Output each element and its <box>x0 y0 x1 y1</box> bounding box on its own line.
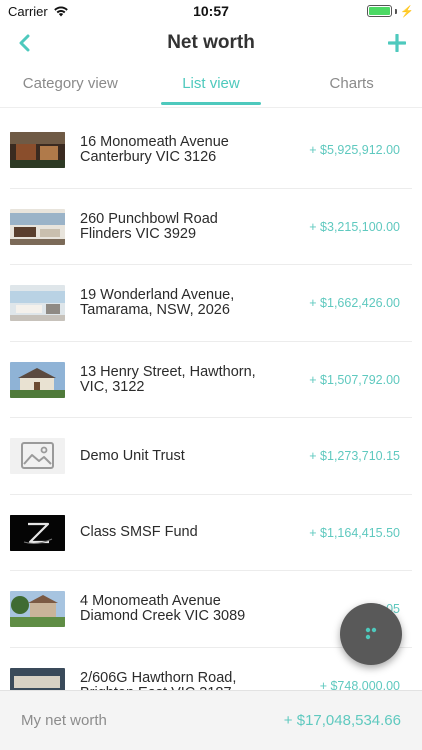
plus-icon <box>388 34 406 52</box>
battery-icon <box>367 5 393 17</box>
asset-list: 16 Monomeath Avenue Canterbury VIC 3126 … <box>0 112 422 690</box>
fund-logo <box>10 514 65 551</box>
house-photo <box>10 132 65 169</box>
house-facade-photo <box>10 361 65 398</box>
image-placeholder-icon <box>10 438 65 475</box>
battery-cap <box>395 8 398 14</box>
living-room-photo <box>10 285 65 322</box>
asset-value: + $3,215,100.00 <box>309 219 400 234</box>
asset-name: Demo Unit Trust <box>80 447 185 464</box>
asset-name: 19 Wonderland Avenue, Tamarama, NSW, 202… <box>80 287 235 319</box>
asset-value: + $1,507,792.00 <box>309 372 400 387</box>
charging-icon: ⚡ <box>400 5 414 18</box>
asset-value: + $1,273,710.15 <box>309 449 400 464</box>
dots-icon <box>365 627 377 640</box>
garden-house-photo <box>10 591 65 628</box>
nav-bar: Net worth <box>0 22 422 64</box>
asset-name: Class SMSF Fund <box>80 524 198 541</box>
list-item[interactable]: 13 Henry Street, Hawthorn, VIC, 3122 + $… <box>0 342 422 419</box>
chevron-left-icon <box>19 34 30 52</box>
tab-charts[interactable]: Charts <box>281 68 422 107</box>
list-item[interactable]: 16 Monomeath Avenue Canterbury VIC 3126 … <box>0 112 422 189</box>
asset-name: 16 Monomeath Avenue Canterbury VIC 3126 <box>80 134 229 166</box>
interior-photo <box>10 208 65 245</box>
list-item[interactable]: 19 Wonderland Avenue, Tamarama, NSW, 202… <box>0 265 422 342</box>
asset-value: + $1,662,426.00 <box>309 296 400 311</box>
wifi-icon <box>53 6 68 17</box>
floating-action-button[interactable] <box>340 603 402 665</box>
tab-list-view[interactable]: List view <box>141 68 282 107</box>
list-item[interactable]: 260 Punchbowl Road Flinders VIC 3929 + $… <box>0 189 422 266</box>
asset-name: 13 Henry Street, Hawthorn, VIC, 3122 <box>80 363 256 395</box>
asset-name: 2/606G Hawthorn Road, Brighton East VIC … <box>80 669 237 690</box>
status-right: ⚡ <box>274 5 414 18</box>
view-tabs: Category view List view Charts <box>0 68 422 108</box>
pool-house-photo <box>10 667 65 690</box>
asset-value: + $748,000.00 <box>319 678 400 690</box>
status-left: Carrier <box>8 4 148 19</box>
carrier-label: Carrier <box>8 3 48 19</box>
net-worth-footer: My net worth + $17,048,534.66 <box>0 690 422 750</box>
add-button[interactable] <box>384 30 410 56</box>
list-item[interactable]: Demo Unit Trust + $1,273,710.15 <box>0 418 422 495</box>
tab-category-view[interactable]: Category view <box>0 68 141 107</box>
list-item[interactable]: Class SMSF Fund + $1,164,415.50 <box>0 495 422 572</box>
asset-value: + $5,925,912.00 <box>309 143 400 158</box>
net-worth-total: + $17,048,534.66 <box>283 712 401 729</box>
asset-name: 4 Monomeath Avenue Diamond Creek VIC 308… <box>80 593 246 625</box>
net-worth-label: My net worth <box>21 712 107 729</box>
status-time: 10:57 <box>193 3 229 19</box>
asset-name: 260 Punchbowl Road Flinders VIC 3929 <box>80 210 218 242</box>
status-bar: Carrier 10:57 ⚡ <box>0 0 422 22</box>
asset-value: + $1,164,415.50 <box>309 525 400 540</box>
back-button[interactable] <box>12 30 38 56</box>
page-title: Net worth <box>167 32 255 53</box>
